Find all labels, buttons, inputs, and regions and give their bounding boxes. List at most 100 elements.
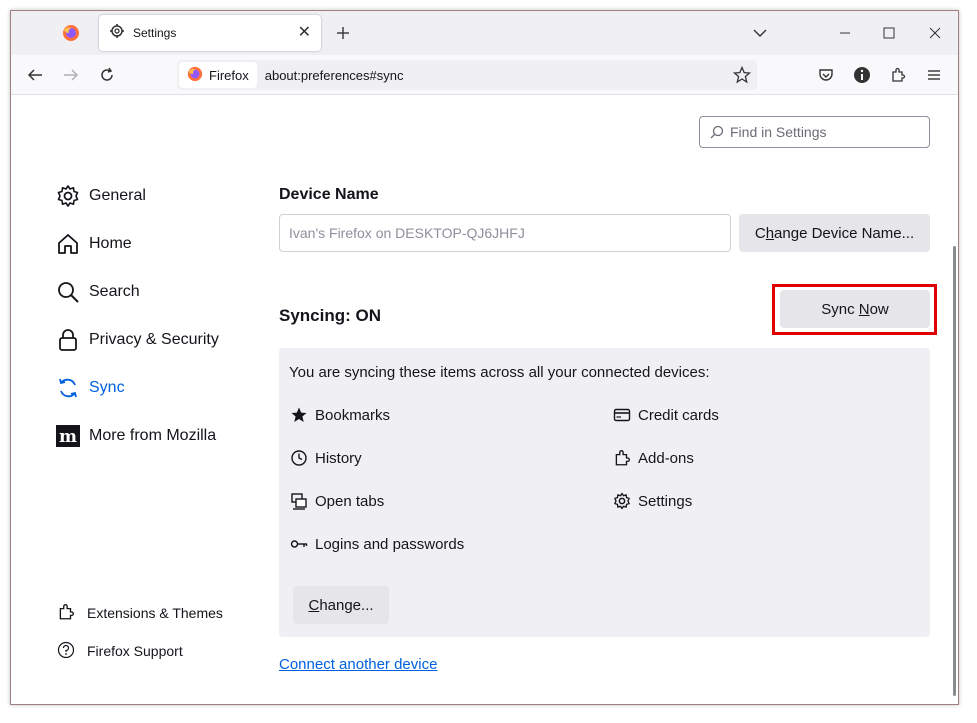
gear-icon — [612, 491, 632, 511]
scrollbar[interactable] — [953, 246, 956, 696]
button-label-part: ow — [869, 300, 889, 318]
credit-card-icon — [612, 405, 632, 425]
engine-label: Logins and passwords — [315, 535, 465, 553]
search-icon — [55, 279, 81, 305]
sidebar-item-more-from-mozilla[interactable]: m More from Mozilla — [55, 418, 255, 454]
extensions-button[interactable] — [884, 61, 912, 89]
info-icon — [854, 67, 870, 83]
back-button[interactable] — [21, 61, 49, 89]
sidebar-item-sync[interactable]: Sync — [55, 370, 255, 406]
maximize-button[interactable] — [871, 19, 907, 47]
connect-another-device-link[interactable]: Connect another device — [279, 656, 437, 673]
identity-box[interactable]: Firefox — [179, 62, 257, 88]
sidebar-item-label: More from Mozilla — [89, 427, 217, 444]
button-label-part: hange... — [319, 596, 374, 614]
accesskey: N — [858, 300, 870, 318]
address-bar[interactable]: Firefox about:preferences#sync — [177, 60, 757, 90]
sidebar-footer-label: Extensions & Themes — [87, 605, 223, 621]
sidebar-item-label: Sync — [89, 379, 125, 396]
reload-icon — [101, 67, 113, 81]
new-tab-button[interactable] — [331, 21, 355, 45]
find-in-settings-input[interactable]: Find in Settings — [699, 116, 930, 148]
chevron-down-icon — [753, 29, 767, 37]
tab-settings[interactable]: Settings ✕ — [99, 15, 321, 51]
sidebar-item-label: Search — [89, 283, 140, 300]
navigation-toolbar: Firefox about:preferences#sync — [11, 55, 958, 95]
sidebar-item-general[interactable]: General — [55, 178, 255, 214]
identity-label: Firefox — [209, 67, 249, 83]
forward-button[interactable] — [57, 61, 85, 89]
engine-credit-cards: Credit cards — [612, 403, 719, 427]
button-label-part: ange Device Name... — [774, 224, 915, 242]
engine-label: Settings — [638, 492, 693, 510]
puzzle-icon — [892, 67, 906, 82]
mozilla-icon: m — [55, 423, 81, 449]
browser-window: Settings ✕ Firefox about:preferences#syn… — [10, 10, 959, 705]
sidebar-item-label: Home — [89, 235, 132, 252]
engine-settings: Settings — [612, 489, 692, 513]
gear-icon — [109, 23, 125, 44]
close-window-button[interactable] — [917, 19, 953, 47]
sync-now-button[interactable]: Sync Now — [780, 290, 930, 328]
pocket-button[interactable] — [812, 61, 840, 89]
synced-items-panel: You are syncing these items across all y… — [279, 348, 930, 637]
sidebar-item-privacy[interactable]: Privacy & Security — [55, 322, 255, 358]
url-input[interactable]: about:preferences#sync — [265, 68, 733, 83]
firefox-logo-icon — [62, 24, 80, 47]
close-icon — [929, 27, 941, 39]
bookmark-star-icon[interactable] — [733, 66, 751, 84]
engine-logins: Logins and passwords — [289, 532, 464, 556]
hamburger-menu-icon — [928, 70, 940, 80]
find-placeholder: Find in Settings — [730, 124, 827, 140]
close-tab-icon[interactable]: ✕ — [298, 25, 311, 41]
engine-label: Bookmarks — [315, 406, 391, 424]
arrow-right-icon — [64, 69, 79, 81]
plus-icon — [337, 27, 349, 39]
search-icon — [710, 125, 724, 139]
accesskey: h — [765, 224, 775, 242]
change-device-name-button[interactable]: Ch ange Device Name... — [739, 214, 930, 252]
preferences-content: Find in Settings General Home Search Pri… — [11, 96, 958, 704]
key-icon — [289, 534, 309, 554]
change-sync-items-button[interactable]: Change... — [293, 586, 389, 624]
sync-description: You are syncing these items across all y… — [289, 364, 710, 381]
reload-button[interactable] — [93, 61, 121, 89]
lock-icon — [55, 327, 81, 353]
engine-label: Open tabs — [315, 492, 385, 510]
engine-label: Credit cards — [638, 406, 719, 424]
engine-history: History — [289, 446, 362, 470]
sidebar-footer-label: Firefox Support — [87, 643, 183, 659]
help-icon — [57, 641, 75, 662]
sync-status: Syncing: ON — [279, 306, 382, 325]
home-icon — [55, 231, 81, 257]
puzzle-icon — [57, 603, 75, 624]
device-name-heading: Device Name — [279, 186, 379, 203]
sidebar-footer-firefox-support[interactable]: Firefox Support — [57, 639, 257, 663]
button-label-part: C — [754, 224, 766, 242]
tab-strip: Settings ✕ — [11, 11, 958, 55]
sync-icon — [55, 375, 81, 401]
sidebar-footer-extensions-themes[interactable]: Extensions & Themes — [57, 601, 257, 625]
engine-label: History — [315, 449, 362, 467]
minimize-button[interactable] — [827, 19, 863, 47]
sidebar-item-home[interactable]: Home — [55, 226, 255, 262]
tabs-icon — [289, 491, 309, 511]
list-all-tabs-button[interactable] — [742, 19, 778, 47]
puzzle-icon — [612, 448, 632, 468]
firefox-logo-icon — [187, 66, 203, 85]
clock-icon — [289, 448, 309, 468]
device-name-field[interactable]: Ivan's Firefox on DESKTOP-QJ6JHFJ — [279, 214, 731, 252]
engine-addons: Add-ons — [612, 446, 694, 470]
pinned-tab-firefox[interactable] — [51, 21, 91, 49]
pocket-icon — [819, 69, 833, 81]
menu-button[interactable] — [920, 61, 948, 89]
engine-bookmarks: Bookmarks — [289, 403, 390, 427]
sidebar-item-label: General — [89, 187, 146, 204]
arrow-left-icon — [27, 69, 42, 81]
minimize-icon — [840, 32, 850, 34]
account-button[interactable] — [848, 61, 876, 89]
sidebar-item-label: Privacy & Security — [89, 331, 219, 348]
svg-text:m: m — [59, 427, 77, 447]
button-label-part: Sync — [821, 300, 859, 318]
sidebar-item-search[interactable]: Search — [55, 274, 255, 310]
